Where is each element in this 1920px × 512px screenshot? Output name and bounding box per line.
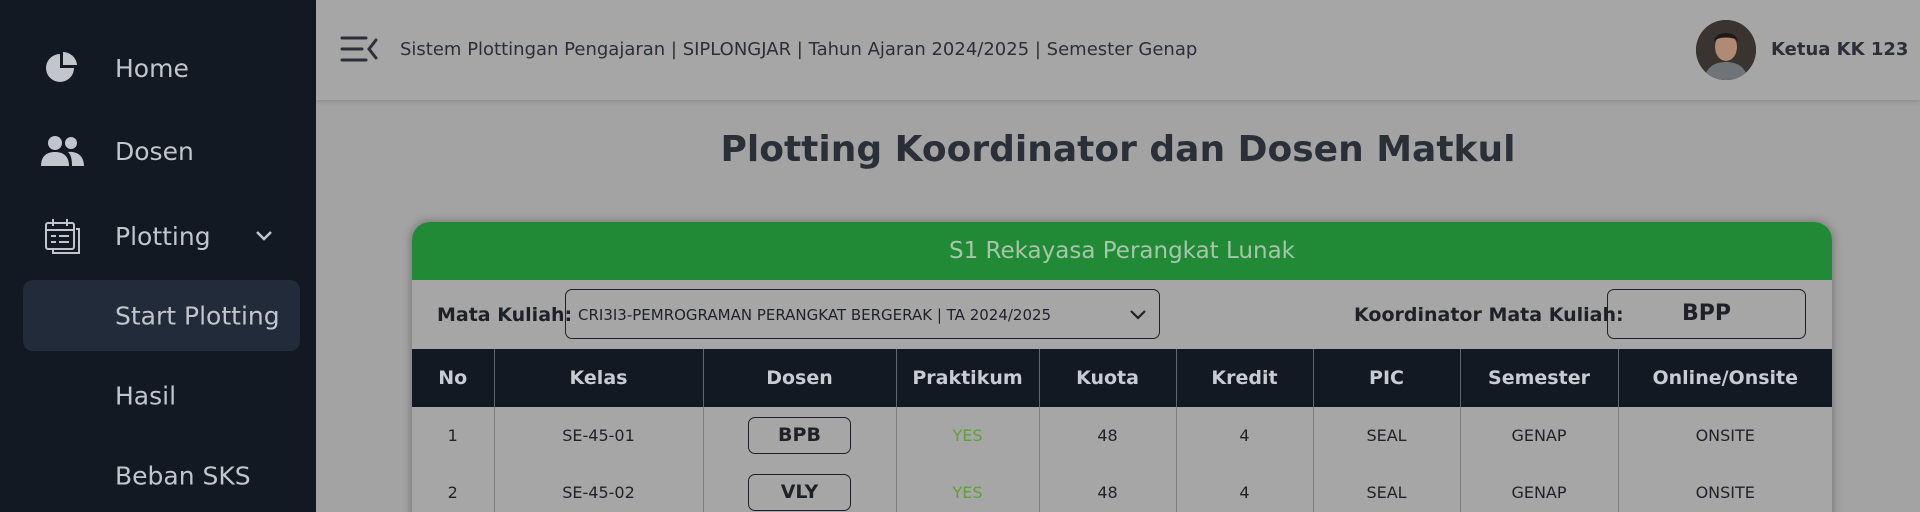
- sidebar-subitem-label: Start Plotting: [115, 301, 280, 330]
- plotting-table: No Kelas Dosen Praktikum Kuota Kredit PI…: [412, 349, 1832, 512]
- top-bar: Sistem Plottingan Pengajaran | SIPLONGJA…: [316, 0, 1920, 100]
- page-title: Plotting Koordinator dan Dosen Matkul: [720, 129, 1516, 170]
- sidebar-subitem-beban-sks[interactable]: Beban SKS: [23, 440, 300, 511]
- cell-no: 1: [412, 407, 495, 464]
- dosen-button[interactable]: VLY: [748, 474, 851, 511]
- column-header: Dosen: [703, 349, 897, 407]
- cell-kredit: 4: [1176, 407, 1314, 464]
- chevron-down-icon: [1129, 307, 1147, 326]
- app-title: Sistem Plottingan Pengajaran | SIPLONGJA…: [400, 39, 1198, 60]
- sidebar-item-home[interactable]: Home: [0, 38, 316, 98]
- cell-mode: ONSITE: [1695, 483, 1755, 502]
- calendar-list-icon: [36, 214, 88, 258]
- cell-kelas: SE-45-01: [494, 407, 704, 464]
- card-header: S1 Rekayasa Perangkat Lunak: [412, 222, 1832, 280]
- sidebar-item-label: Dosen: [115, 136, 194, 166]
- avatar[interactable]: [1696, 20, 1756, 80]
- mata-kuliah-label: Mata Kuliah:: [437, 304, 573, 326]
- cell-mode: ONSITE: [1695, 426, 1755, 445]
- cell-no: 2: [412, 464, 495, 512]
- cell-semester: GENAP: [1460, 464, 1619, 512]
- mata-kuliah-value: CRI3I3-PEMROGRAMAN PERANGKAT BERGERAK | …: [578, 306, 1052, 324]
- koordinator-label: Koordinator Mata Kuliah:: [1354, 304, 1624, 326]
- column-header: Praktikum: [896, 349, 1040, 407]
- program-name: S1 Rekayasa Perangkat Lunak: [949, 238, 1295, 264]
- table-row: 1 SE-45-01 BPB YES 48 4 SEAL GENAP ONSIT…: [412, 407, 1832, 464]
- table-header-row: No Kelas Dosen Praktikum Kuota Kredit PI…: [412, 349, 1832, 407]
- column-header: Semester: [1460, 349, 1619, 407]
- sidebar-subitem-label: Beban SKS: [115, 461, 251, 490]
- cell-kuota: 48: [1039, 464, 1177, 512]
- column-header: PIC: [1313, 349, 1461, 407]
- menu-collapse-icon[interactable]: [340, 34, 380, 64]
- sidebar-item-label: Plotting: [115, 221, 211, 251]
- user-name[interactable]: Ketua KK 123: [1771, 39, 1908, 60]
- cell-semester: GENAP: [1460, 407, 1619, 464]
- sidebar-subitem-label: Hasil: [115, 381, 177, 410]
- dosen-button[interactable]: BPB: [748, 417, 851, 454]
- column-header: No: [412, 349, 495, 407]
- plotting-card: S1 Rekayasa Perangkat Lunak Mata Kuliah:…: [412, 222, 1832, 512]
- column-header: Kuota: [1039, 349, 1177, 407]
- table-row: 2 SE-45-02 VLY YES 48 4 SEAL GENAP ONSIT…: [412, 464, 1832, 512]
- column-header: Kredit: [1176, 349, 1314, 407]
- mata-kuliah-select[interactable]: CRI3I3-PEMROGRAMAN PERANGKAT BERGERAK | …: [565, 289, 1160, 339]
- column-header: Online/Onsite: [1618, 349, 1832, 407]
- cell-pic: SEAL: [1313, 464, 1461, 512]
- sidebar-subitem-hasil[interactable]: Hasil: [23, 360, 300, 431]
- koordinator-value[interactable]: BPP: [1607, 289, 1806, 339]
- cell-kuota: 48: [1039, 407, 1177, 464]
- cell-praktikum: YES: [896, 464, 1040, 512]
- sidebar-item-plotting[interactable]: Plotting: [0, 206, 316, 266]
- cell-kelas: SE-45-02: [494, 464, 704, 512]
- cell-dosen: VLY: [703, 464, 897, 512]
- users-icon: [36, 129, 88, 173]
- sidebar: Home Dosen Plotting Start Plotting Hasil…: [0, 0, 316, 512]
- pie-chart-icon: [36, 46, 88, 90]
- sidebar-subitem-start-plotting[interactable]: Start Plotting: [23, 280, 300, 351]
- sidebar-item-label: Home: [115, 53, 189, 83]
- column-header: Kelas: [494, 349, 704, 407]
- sidebar-item-dosen[interactable]: Dosen: [0, 121, 316, 181]
- cell-pic: SEAL: [1313, 407, 1461, 464]
- chevron-down-icon[interactable]: [254, 228, 274, 247]
- cell-dosen: BPB: [703, 407, 897, 464]
- cell-praktikum: YES: [896, 407, 1040, 464]
- cell-kredit: 4: [1176, 464, 1314, 512]
